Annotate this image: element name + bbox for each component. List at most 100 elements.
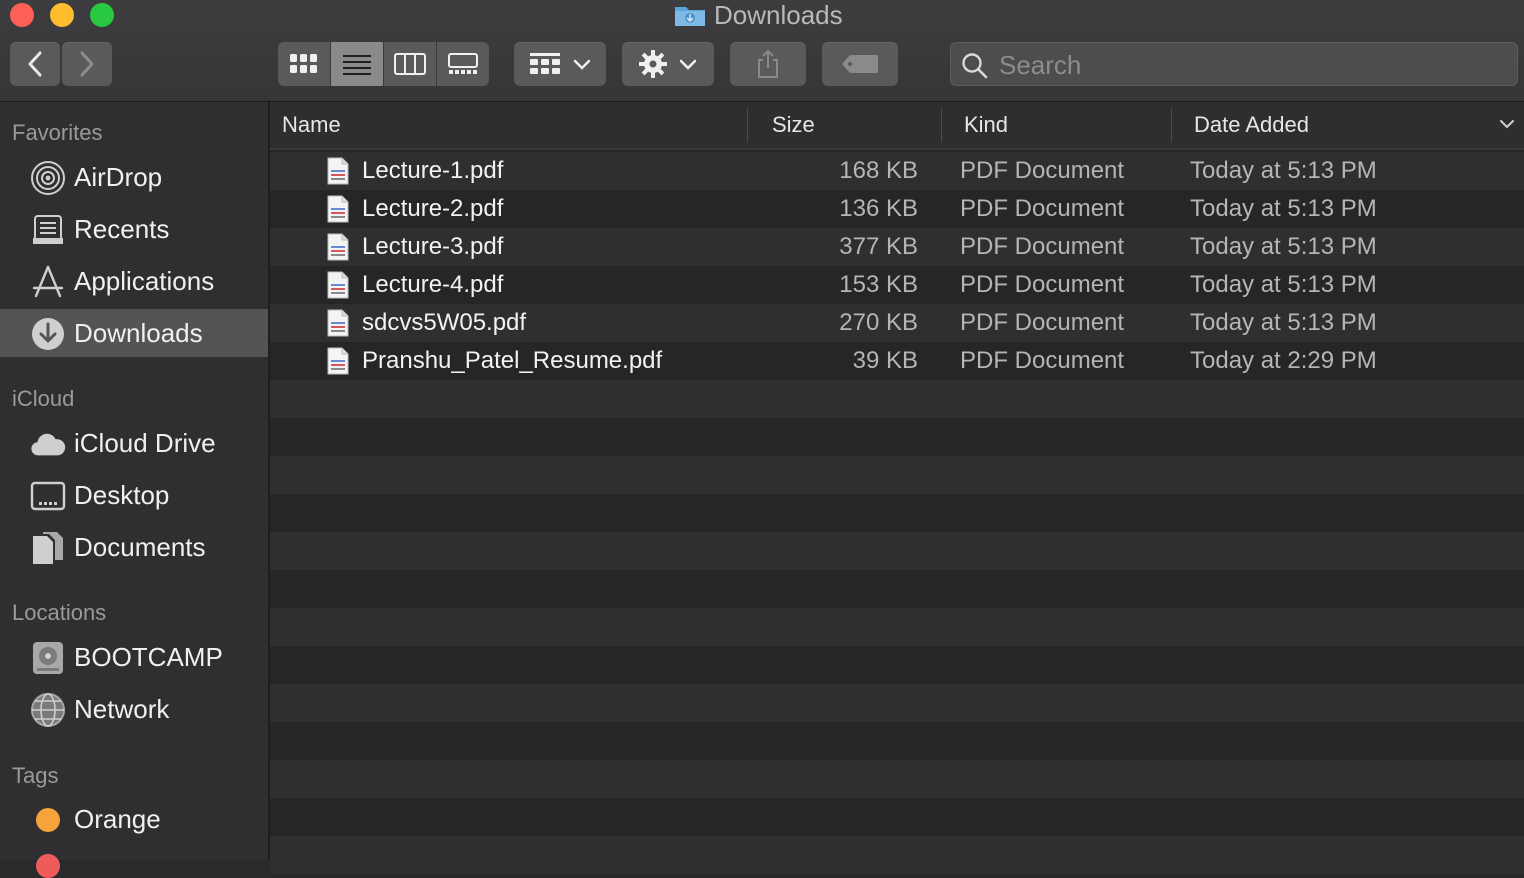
- empty-row: [270, 494, 1524, 532]
- empty-row: [270, 722, 1524, 760]
- table-row[interactable]: Lecture-4.pdf 153 KB PDF Document Today at …: [270, 266, 1524, 304]
- sidebar-item-desktop[interactable]: Desktop: [0, 471, 268, 519]
- sidebar-item-label: Desktop: [74, 479, 170, 510]
- empty-row: [270, 570, 1524, 608]
- sidebar-item-label: Applications: [74, 265, 215, 296]
- sidebar-item-network[interactable]: Network: [0, 685, 268, 733]
- empty-row: [270, 380, 1524, 418]
- pdf-file-icon: [326, 309, 350, 342]
- sidebar-item-label: Downloads: [74, 317, 203, 348]
- column-divider[interactable]: [747, 108, 748, 142]
- column-header-date-added[interactable]: Date Added: [1194, 102, 1309, 148]
- table-row[interactable]: Pranshu_Patel_Resume.pdf 39 KB PDF Documen…: [270, 342, 1524, 380]
- column-divider[interactable]: [1171, 108, 1172, 142]
- sidebar-item-icloud-drive[interactable]: iCloud Drive: [0, 419, 268, 467]
- sidebar-section-locations: Locations: [12, 600, 107, 625]
- sidebar: Favorites AirDrop Recents Applications D…: [0, 102, 270, 878]
- action-menu-button[interactable]: [622, 42, 714, 86]
- file-name: Lecture-1.pdf: [362, 157, 504, 184]
- view-mode-control: [278, 42, 489, 86]
- search-field[interactable]: [950, 42, 1518, 87]
- file-size: 136 KB: [839, 195, 918, 222]
- icon-view-button[interactable]: [278, 42, 331, 86]
- column-view-button[interactable]: [384, 42, 437, 86]
- column-header-kind[interactable]: Kind: [964, 102, 1008, 148]
- search-icon: [961, 52, 989, 85]
- sidebar-item-tag-orange[interactable]: Orange: [0, 795, 268, 843]
- minimize-window-button[interactable]: [50, 3, 74, 27]
- column-header-row: Name Size Kind Date Added: [270, 102, 1524, 150]
- sidebar-section-favorites: Favorites: [12, 120, 103, 145]
- group-grid-icon: [530, 53, 560, 74]
- file-date-added: Today at 5:13 PM: [1190, 309, 1377, 336]
- empty-row: [270, 418, 1524, 456]
- network-icon: [30, 693, 66, 727]
- pdf-file-icon: [326, 157, 350, 190]
- file-kind: PDF Document: [960, 347, 1125, 374]
- list-view-button[interactable]: [331, 42, 384, 86]
- empty-row: [270, 760, 1524, 798]
- sidebar-item-label: Recents: [74, 213, 170, 244]
- pdf-file-icon: [326, 233, 350, 266]
- file-name: sdcvs5W05.pdf: [362, 309, 527, 336]
- empty-row: [270, 456, 1524, 494]
- empty-row: [270, 836, 1524, 874]
- file-kind: PDF Document: [960, 195, 1125, 222]
- file-date-added: Today at 5:13 PM: [1190, 233, 1377, 260]
- list-icon: [343, 55, 371, 75]
- downloads-icon: [30, 317, 66, 351]
- share-icon: [758, 49, 778, 78]
- sidebar-item-bootcamp[interactable]: BOOTCAMP: [0, 633, 268, 681]
- table-row[interactable]: Lecture-1.pdf 168 KB PDF Document Today at …: [270, 152, 1524, 190]
- column-header-size[interactable]: Size: [772, 102, 815, 148]
- chevron-down-icon: [573, 59, 591, 70]
- sidebar-item-label: Network: [74, 693, 170, 724]
- zoom-window-button[interactable]: [90, 3, 114, 27]
- tag-icon: [842, 55, 878, 73]
- gallery-view-button[interactable]: [437, 42, 489, 86]
- grid-icon: [290, 54, 317, 73]
- file-name: Pranshu_Patel_Resume.pdf: [362, 347, 663, 374]
- table-row[interactable]: Lecture-3.pdf 377 KB PDF Document Today at …: [270, 228, 1524, 266]
- cloud-icon: [30, 427, 66, 461]
- empty-row: [270, 798, 1524, 836]
- table-row[interactable]: Lecture-2.pdf 136 KB PDF Document Today at …: [270, 190, 1524, 228]
- sidebar-section-tags: Tags: [12, 763, 59, 788]
- table-row[interactable]: sdcvs5W05.pdf 270 KB PDF Document Today at …: [270, 304, 1524, 342]
- search-input[interactable]: [997, 43, 1501, 87]
- column-divider[interactable]: [941, 108, 942, 142]
- red-tag-icon[interactable]: [36, 854, 60, 878]
- empty-row: [270, 646, 1524, 684]
- forward-button[interactable]: [62, 42, 112, 86]
- file-name: Lecture-4.pdf: [362, 271, 504, 298]
- sidebar-item-label: iCloud Drive: [74, 427, 216, 458]
- chevron-left-icon: [28, 51, 42, 77]
- desktop-icon: [30, 479, 66, 513]
- sidebar-item-applications[interactable]: Applications: [0, 257, 268, 305]
- sidebar-item-label: AirDrop: [74, 161, 163, 192]
- empty-row: [270, 532, 1524, 570]
- sidebar-item-downloads[interactable]: Downloads: [0, 309, 268, 357]
- pdf-file-icon: [326, 195, 350, 228]
- back-button[interactable]: [10, 42, 60, 86]
- sidebar-item-documents[interactable]: Documents: [0, 523, 268, 571]
- sidebar-item-airdrop[interactable]: AirDrop: [0, 153, 268, 201]
- share-button[interactable]: [730, 42, 806, 86]
- chevron-right-icon: [80, 51, 94, 77]
- window-title: Downloads: [674, 0, 843, 30]
- toolbar: Downloads: [0, 0, 1524, 102]
- file-size: 168 KB: [839, 157, 918, 184]
- close-window-button[interactable]: [10, 3, 34, 27]
- sidebar-item-recents[interactable]: Recents: [0, 205, 268, 253]
- group-by-button[interactable]: [514, 42, 606, 86]
- gallery-icon: [448, 53, 478, 74]
- sidebar-item-label: BOOTCAMP: [74, 641, 223, 672]
- file-size: 270 KB: [839, 309, 918, 336]
- tags-button[interactable]: [822, 42, 898, 86]
- sidebar-item-label: Documents: [74, 531, 206, 562]
- column-header-name[interactable]: Name: [282, 102, 341, 148]
- file-kind: PDF Document: [960, 271, 1125, 298]
- pdf-file-icon: [326, 347, 350, 380]
- gear-icon: [639, 50, 667, 78]
- file-kind: PDF Document: [960, 233, 1125, 260]
